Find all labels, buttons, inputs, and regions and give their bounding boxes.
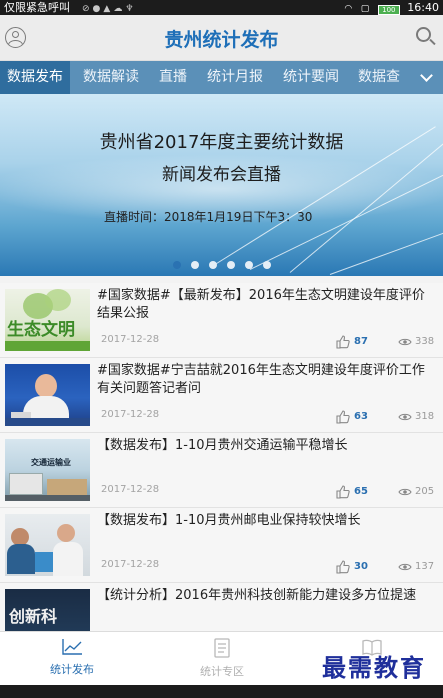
nav-stats-zone[interactable]: 统计专区 <box>192 638 252 679</box>
eye-icon <box>398 488 412 495</box>
nav-label: 统计发布 <box>50 663 94 676</box>
article-title: 【数据发布】1-10月贵州交通运输平稳增长 <box>97 438 348 453</box>
eye-icon <box>398 338 412 345</box>
view-count: 338 <box>398 331 434 347</box>
article-thumbnail: 生态文明 <box>5 289 90 351</box>
banner-time: 直播时间：2018年1月19日下午3：30 <box>104 210 313 224</box>
article-thumbnail <box>5 514 90 576</box>
thumbs-up-icon <box>336 334 350 349</box>
eye-icon <box>398 413 412 420</box>
carousel-dot[interactable] <box>208 261 217 269</box>
article-date: 2017-12-28 <box>101 484 160 495</box>
carousel-indicators <box>0 261 443 269</box>
page-title: 贵州统计发布 <box>164 29 279 51</box>
tab-data-interpretation[interactable]: 数据解读 <box>83 61 139 94</box>
tab-live[interactable]: 直播 <box>159 61 187 94</box>
nav-stats-release[interactable]: 统计发布 <box>42 638 102 677</box>
article-thumbnail: 创新科 <box>5 589 90 631</box>
article-date: 2017-12-28 <box>101 559 160 570</box>
banner-subtitle: 新闻发布会直播 <box>162 165 281 185</box>
article-title: #国家数据#【最新发布】2016年生态文明建设年度评价结果公报 <box>97 288 425 321</box>
thumbs-up-icon <box>336 409 350 424</box>
carousel-dot[interactable] <box>190 261 199 269</box>
carousel-dot[interactable] <box>244 261 253 269</box>
eye-icon <box>398 563 412 570</box>
nav-label: 统计专区 <box>200 665 244 678</box>
battery-icon: 100 <box>377 5 400 15</box>
article-thumbnail: 交通运输业 <box>5 439 90 501</box>
list-item[interactable]: 创新科 【统计分析】2016年贵州科技创新能力建设多方位提速 <box>0 583 443 631</box>
like-count[interactable]: 87 <box>336 331 368 349</box>
article-date: 2017-12-28 <box>101 409 160 420</box>
carousel-dot[interactable] <box>262 261 271 269</box>
carousel-dot[interactable] <box>172 261 181 269</box>
like-count[interactable]: 65 <box>336 481 368 499</box>
article-title: 【数据发布】1-10月贵州邮电业保持较快增长 <box>97 513 361 528</box>
system-nav-bar <box>0 685 443 698</box>
tab-news[interactable]: 统计要闻 <box>283 61 339 94</box>
view-count: 137 <box>398 556 434 572</box>
article-list: 生态文明 #国家数据#【最新发布】2016年生态文明建设年度评价结果公报 201… <box>0 283 443 631</box>
banner-carousel[interactable]: 贵州省2017年度主要统计数据 新闻发布会直播 直播时间：2018年1月19日下… <box>0 94 443 276</box>
line-chart-icon <box>62 639 82 655</box>
more-tabs-button[interactable] <box>413 61 443 94</box>
carrier-text: 仅限紧急呼叫 <box>4 1 70 14</box>
carousel-dot[interactable] <box>226 261 235 269</box>
thumbs-up-icon <box>336 559 350 574</box>
sim-icon: ▢ <box>360 4 370 14</box>
chevron-down-icon <box>420 69 433 82</box>
clock: 16:40 <box>407 1 439 14</box>
view-count: 205 <box>398 481 434 497</box>
list-item[interactable]: 生态文明 #国家数据#【最新发布】2016年生态文明建设年度评价结果公报 201… <box>0 283 443 358</box>
document-icon <box>214 638 230 658</box>
list-item[interactable]: 【数据发布】1-10月贵州邮电业保持较快增长 2017-12-28 30 137 <box>0 508 443 583</box>
list-item[interactable]: #国家数据#宁吉喆就2016年生态文明建设年度评价工作有关问题答记者问 2017… <box>0 358 443 433</box>
app-header: 贵州统计发布 <box>0 15 443 61</box>
list-item[interactable]: 交通运输业 【数据发布】1-10月贵州交通运输平稳增长 2017-12-28 6… <box>0 433 443 508</box>
banner-title: 贵州省2017年度主要统计数据 <box>99 132 344 153</box>
article-thumbnail <box>5 364 90 426</box>
tab-data-query[interactable]: 数据查 <box>358 61 400 94</box>
watermark-logo: 最需教育 <box>322 653 426 682</box>
article-date: 2017-12-28 <box>101 334 160 345</box>
thumbs-up-icon <box>336 484 350 499</box>
article-title: 【统计分析】2016年贵州科技创新能力建设多方位提速 <box>97 588 417 603</box>
search-icon[interactable] <box>416 27 436 47</box>
article-title: #国家数据#宁吉喆就2016年生态文明建设年度评价工作有关问题答记者问 <box>97 363 425 396</box>
like-count[interactable]: 63 <box>336 406 368 424</box>
tab-data-release[interactable]: 数据发布 <box>0 61 70 94</box>
view-count: 318 <box>398 406 434 422</box>
category-tabs: 数据发布 数据解读 直播 统计月报 统计要闻 数据查 <box>0 61 443 94</box>
like-count[interactable]: 30 <box>336 556 368 574</box>
tab-monthly-report[interactable]: 统计月报 <box>207 61 263 94</box>
status-bar: 仅限紧急呼叫 ⊘●▲☁♆ ◠ ▢ 100 16:40 <box>0 0 443 15</box>
wifi-icon: ◠ <box>344 4 353 14</box>
